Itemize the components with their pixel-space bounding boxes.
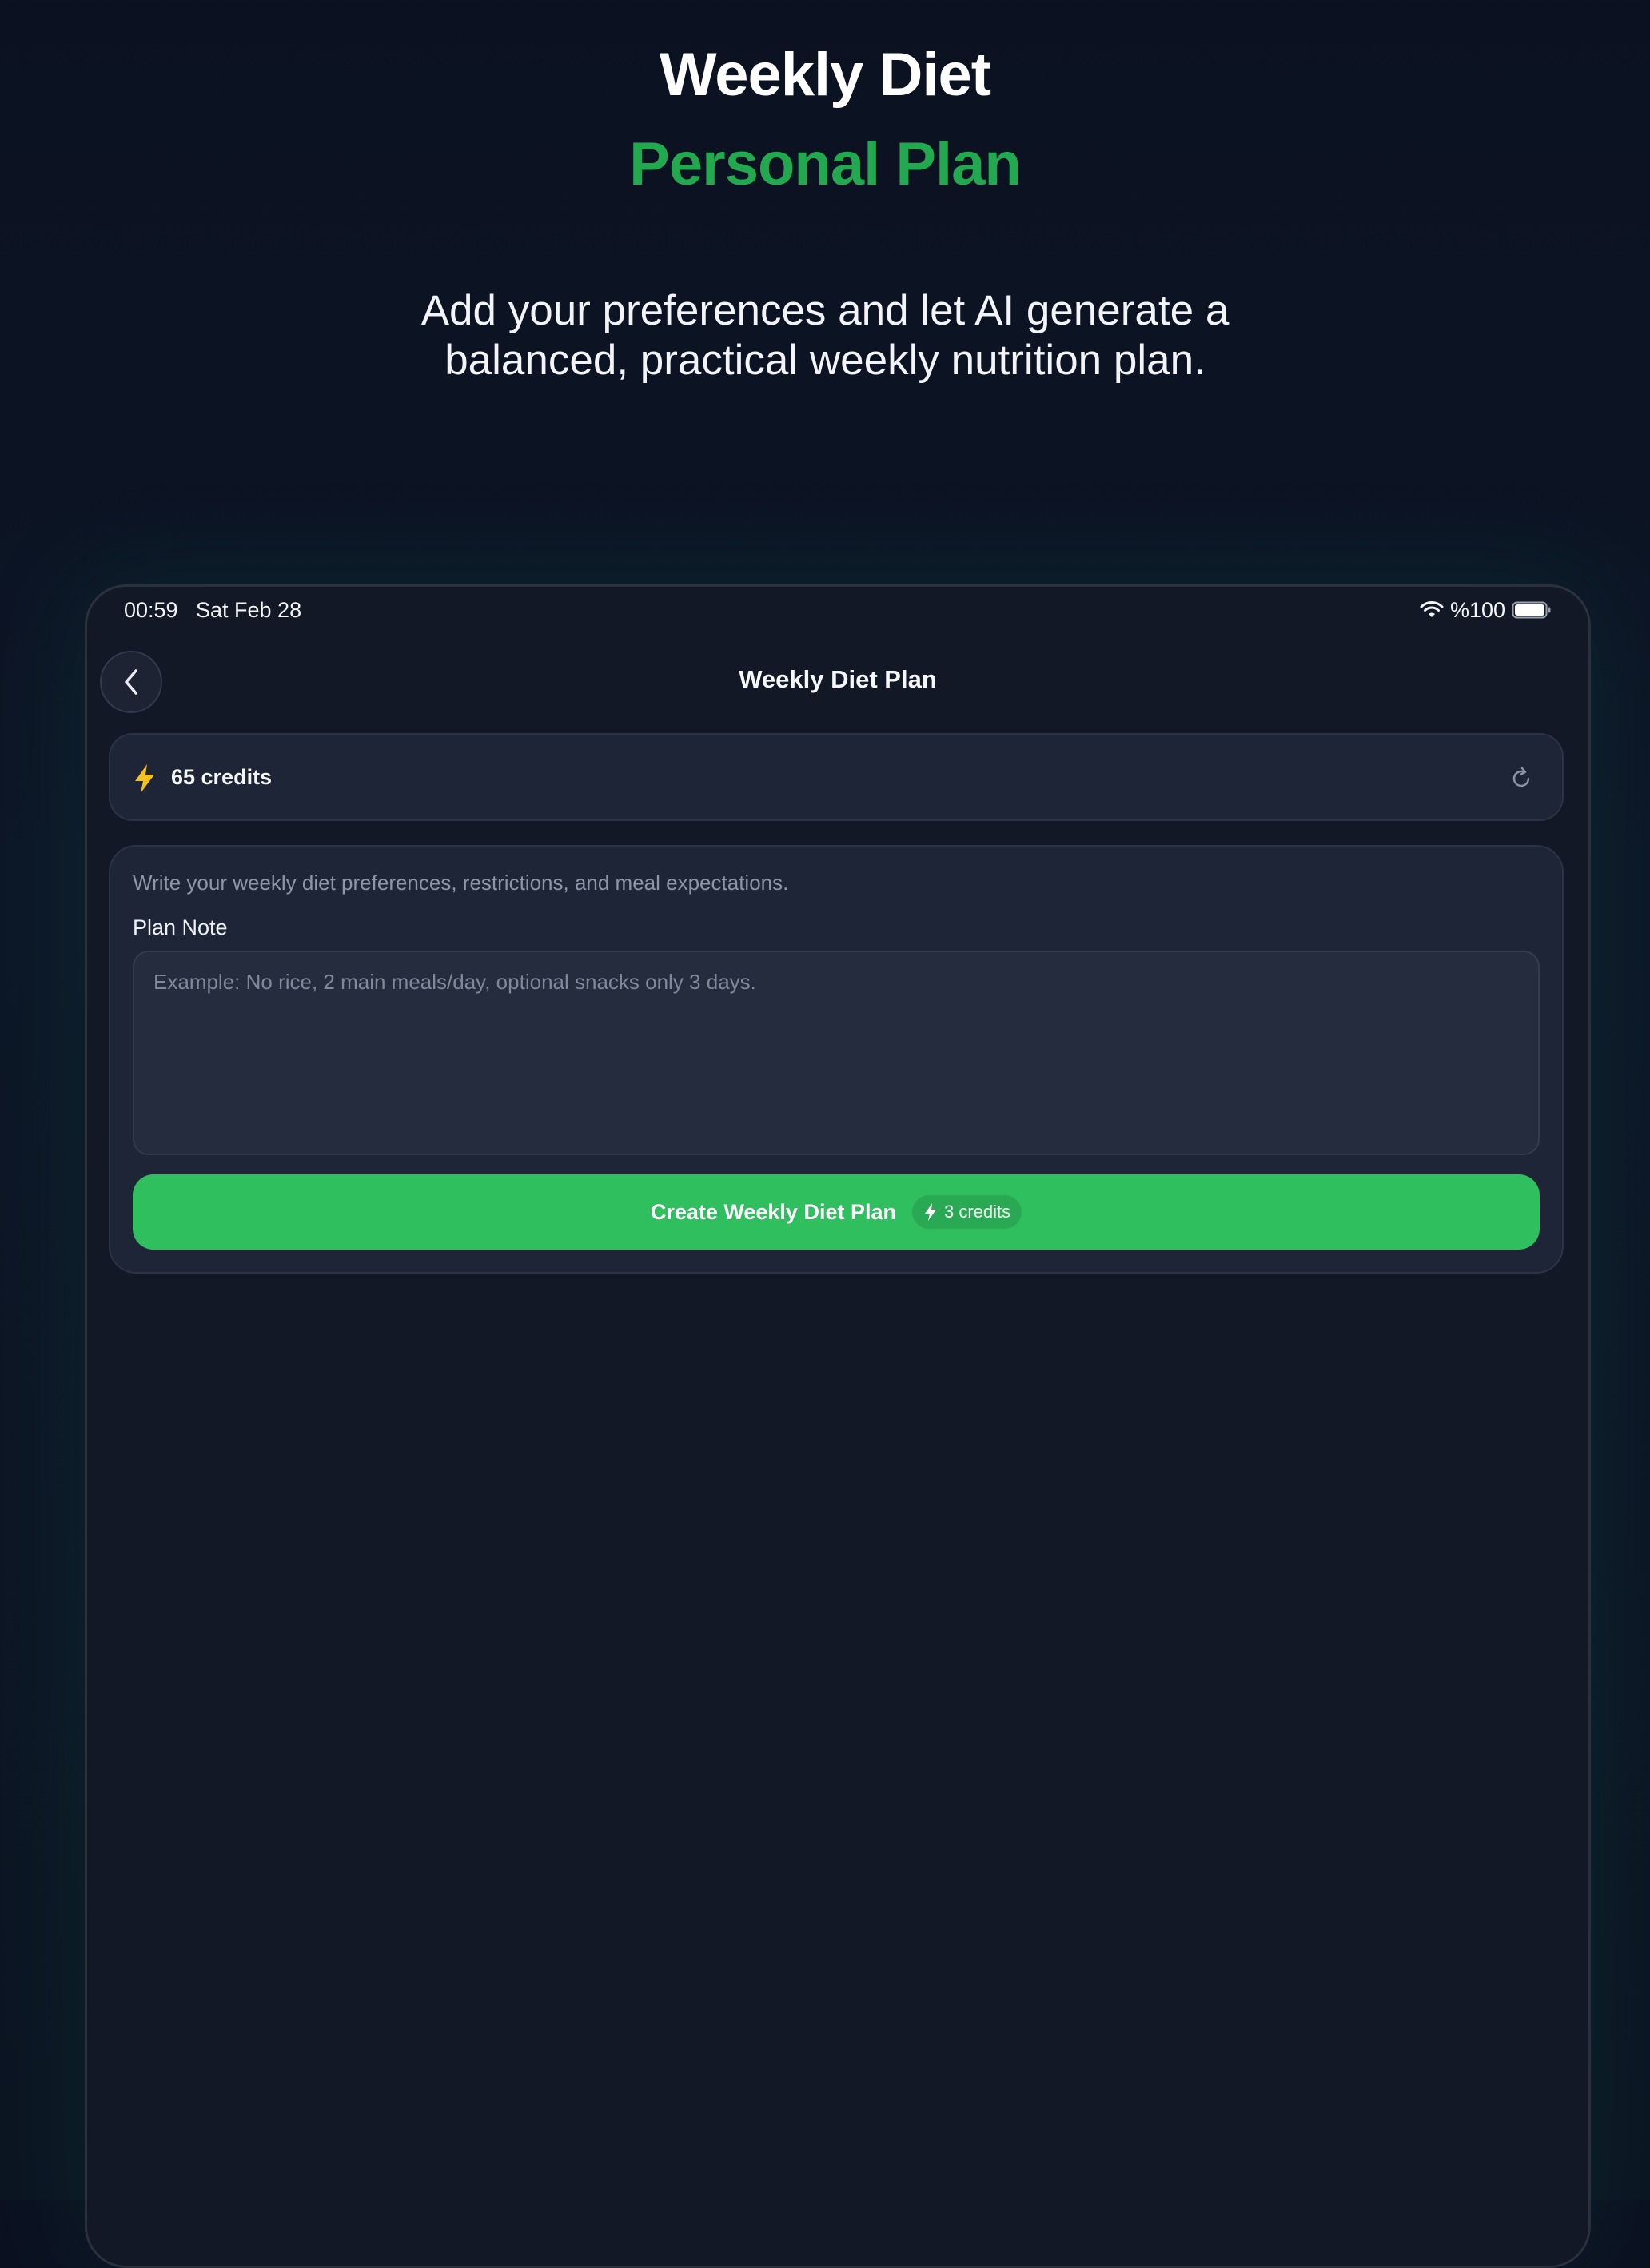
refresh-icon xyxy=(1512,767,1530,787)
credits-balance: 65 credits xyxy=(171,765,273,789)
plan-form-card: Write your weekly diet preferences, rest… xyxy=(109,845,1564,1274)
status-bar: 00:59 Sat Feb 28 %100 xyxy=(87,587,1588,635)
device-screen: 00:59 Sat Feb 28 %100 Weekly Diet Plan 6… xyxy=(85,584,1591,2268)
credit-cost-label: 3 credits xyxy=(943,1202,1011,1222)
lightning-bolt-icon xyxy=(135,764,154,793)
create-plan-button-label: Create Weekly Diet Plan xyxy=(650,1199,896,1224)
wifi-icon xyxy=(1420,601,1444,617)
credits-card: 65 credits xyxy=(109,733,1564,821)
refresh-credits-button[interactable] xyxy=(1508,765,1535,792)
status-date: Sat Feb 28 xyxy=(196,598,302,622)
status-indicators: %100 xyxy=(1420,596,1552,624)
plan-note-input[interactable] xyxy=(133,951,1540,1155)
plan-instruction-text: Write your weekly diet preferences, rest… xyxy=(133,871,789,895)
create-plan-button[interactable]: Create Weekly Diet Plan 3 credits xyxy=(133,1174,1540,1250)
hero-title: Weekly Diet xyxy=(659,41,991,109)
battery-icon xyxy=(1512,601,1551,619)
hero-subtitle: Personal Plan xyxy=(629,130,1022,198)
battery-percentage: %100 xyxy=(1449,597,1505,622)
credit-cost-badge: 3 credits xyxy=(911,1195,1022,1229)
status-time: 00:59 xyxy=(124,598,178,622)
navigation-bar: Weekly Diet Plan xyxy=(87,633,1588,718)
lightning-bolt-icon xyxy=(924,1203,936,1221)
hero-description: Add your preferences and let AI generate… xyxy=(420,287,1230,384)
page-title: Weekly Diet Plan xyxy=(739,665,937,693)
plan-note-label: Plan Note xyxy=(133,915,228,939)
